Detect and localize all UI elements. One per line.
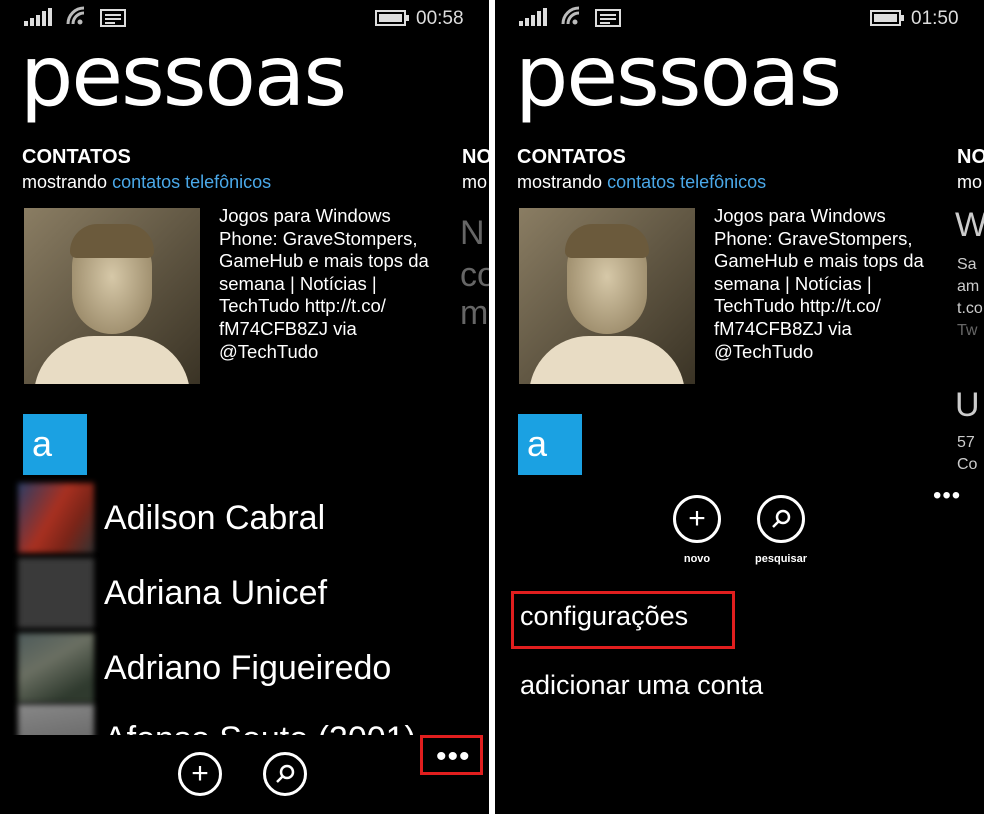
wifi-icon	[561, 6, 580, 25]
filter-text: mostrando contatos telefônicos	[517, 172, 766, 193]
search-button[interactable]	[263, 752, 307, 796]
phone-screen-left: 00:58 pessoas CONTATOS NO mostrando cont…	[0, 0, 489, 814]
list-item[interactable]: Adriana Unicef	[18, 558, 488, 630]
peek-line: t.co	[957, 300, 983, 317]
search-button-label: pesquisar	[755, 553, 807, 565]
plus-icon: +	[191, 757, 209, 790]
page-title: pessoas	[20, 27, 347, 125]
list-item[interactable]: Adilson Cabral	[18, 483, 488, 555]
search-button[interactable]	[757, 495, 805, 543]
add-button-label: novo	[683, 553, 711, 565]
section-header-contacts[interactable]: CONTATOS	[22, 146, 131, 169]
next-section-peek[interactable]: NO	[462, 146, 489, 169]
signal-icon	[519, 8, 547, 26]
peek-line: m	[460, 294, 489, 332]
app-bar	[0, 735, 489, 814]
peek-line: am	[957, 278, 980, 295]
contact-name: Adriano Figueiredo	[104, 649, 392, 687]
profile-photo[interactable]	[519, 208, 695, 384]
next-section-peek-sub: mo	[462, 172, 488, 192]
letter-tile-label: a	[32, 423, 53, 464]
status-update-text[interactable]: Jogos para Windows Phone: GraveStompers,…	[714, 205, 944, 363]
battery-icon	[870, 10, 904, 26]
menu-item-add-account[interactable]: adicionar uma conta	[520, 670, 763, 701]
message-icon	[595, 9, 621, 27]
peek-line: 57	[957, 434, 975, 451]
filter-link[interactable]: contatos telefônicos	[607, 172, 766, 192]
next-section-peek-sub: mo	[957, 172, 983, 192]
clock: 00:58	[416, 8, 464, 29]
peek-line: U	[955, 386, 980, 424]
battery-icon	[375, 10, 409, 26]
menu-item-settings[interactable]: configurações	[520, 601, 688, 632]
section-header-contacts[interactable]: CONTATOS	[517, 146, 626, 169]
clock: 01:50	[911, 8, 959, 29]
add-button[interactable]: +	[178, 752, 222, 796]
filter-text: mostrando contatos telefônicos	[22, 172, 271, 193]
plus-icon: +	[688, 502, 706, 535]
list-item[interactable]: Adriano Figueiredo	[18, 633, 488, 705]
signal-icon	[24, 8, 52, 26]
filter-prefix: mostrando	[517, 172, 603, 192]
peek-line: Tw	[957, 322, 978, 339]
filter-link[interactable]: contatos telefônicos	[112, 172, 271, 192]
peek-line: N	[460, 214, 485, 252]
avatar	[18, 633, 94, 703]
letter-tile-label: a	[527, 423, 548, 464]
contact-name: Adilson Cabral	[104, 499, 326, 537]
page-title: pessoas	[515, 27, 842, 125]
avatar	[18, 558, 94, 628]
message-icon	[100, 9, 126, 27]
avatar	[18, 483, 94, 553]
letter-tile[interactable]: a	[23, 414, 87, 475]
peek-line: Co	[957, 456, 978, 473]
filter-prefix: mostrando	[22, 172, 108, 192]
letter-tile[interactable]: a	[518, 414, 582, 475]
next-section-peek[interactable]: NO	[957, 146, 984, 169]
peek-line: W	[955, 206, 984, 244]
profile-photo[interactable]	[24, 208, 200, 384]
more-button[interactable]: •••	[436, 742, 471, 772]
add-button[interactable]: +	[673, 495, 721, 543]
search-icon	[772, 509, 791, 528]
wifi-icon	[66, 6, 85, 25]
search-icon	[276, 764, 295, 783]
status-update-text[interactable]: Jogos para Windows Phone: GraveStompers,…	[219, 205, 449, 363]
more-button[interactable]: •••	[933, 484, 961, 508]
phone-screen-right: 01:50 pessoas CONTATOS NO mostrando cont…	[495, 0, 984, 814]
peek-line: co	[460, 256, 489, 294]
peek-line: Sa	[957, 256, 977, 273]
contact-name: Adriana Unicef	[104, 574, 328, 612]
